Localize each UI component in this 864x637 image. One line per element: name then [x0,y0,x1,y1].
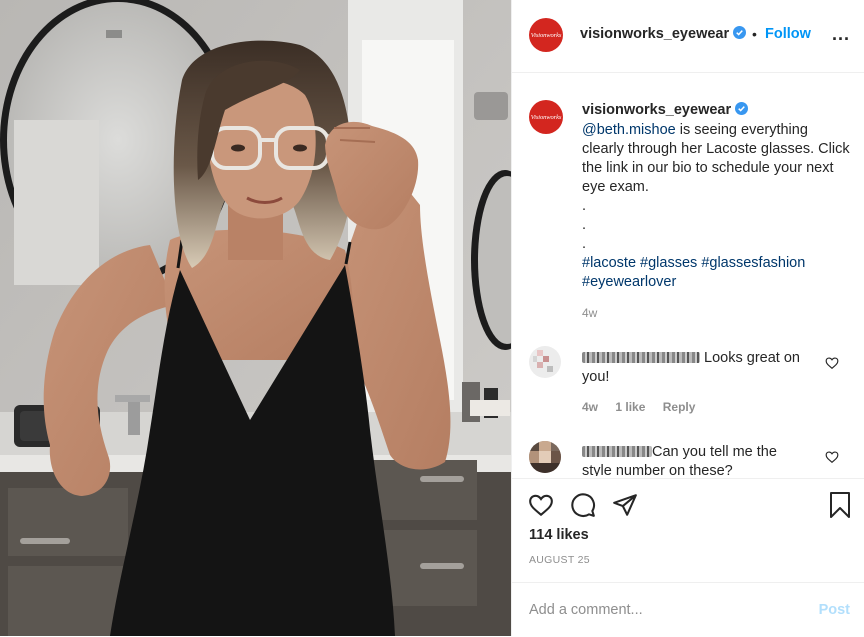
caption-text: @beth.mishoe is seeing everything clearl… [582,121,852,292]
verified-badge-icon [735,102,749,115]
follow-button[interactable]: Follow [765,26,811,42]
comment-like-count[interactable]: 1 like [615,400,645,414]
comment-meta: 4w 1 like Reply [582,400,709,414]
post-photo[interactable] [0,0,511,636]
comment-icon[interactable] [570,492,596,518]
blurred-commenter-username[interactable] [582,352,700,363]
hashtag-link[interactable]: #eyewearlover [582,274,676,290]
caption-dot: . [582,236,587,252]
header-username[interactable]: visionworks_eyewear [580,26,747,42]
post-header: Visionworks visionworks_eyewear • Follow… [512,0,864,73]
share-icon[interactable] [612,492,638,518]
hashtag-link[interactable]: #lacoste [582,255,636,271]
more-options-icon[interactable]: ... [832,24,850,45]
comment-timestamp[interactable]: 4w [582,400,598,414]
post-action-bar [512,478,864,525]
heart-icon[interactable] [528,492,554,518]
post-date[interactable]: AUGUST 25 [529,554,590,566]
caption-hashtags: #lacoste #glasses #glassesfashion #eyewe… [582,254,852,292]
account-avatar[interactable]: Visionworks [529,18,563,52]
blurred-commenter-username[interactable] [582,446,652,457]
caption-username[interactable]: visionworks_eyewear [582,102,749,118]
likes-count[interactable]: 114 likes [529,527,589,543]
comment-like-heart-icon[interactable] [825,356,839,370]
comment-text: Looks great on you! [582,349,807,387]
comment-reply-button[interactable]: Reply [663,400,696,414]
caption-username-text: visionworks_eyewear [582,102,732,118]
caption-dot: . [582,217,587,233]
post-comment-button[interactable]: Post [819,583,850,637]
blurred-avatar-image [533,350,553,372]
commenter-avatar[interactable] [529,346,561,378]
hashtag-link[interactable]: #glasses [640,255,697,271]
comment-text: Can you tell me the style number on thes… [582,443,807,476]
caption-avatar-logo-text: Visionworks [530,113,562,121]
blurred-avatar-image [529,441,561,473]
caption-timestamp[interactable]: 4w [582,306,597,320]
caption-dot: . [582,198,587,214]
commenter-avatar[interactable] [529,441,561,473]
verified-badge-icon [733,26,747,39]
post-side-panel: Visionworks visionworks_eyewear • Follow… [511,0,864,636]
header-separator: • [752,26,757,42]
comment-like-heart-icon[interactable] [825,450,839,464]
avatar-logo-text: Visionworks [530,31,562,39]
instagram-post-modal: Visionworks visionworks_eyewear • Follow… [0,0,864,636]
comment-input-bar: Add a comment... Post [512,582,864,637]
header-username-text: visionworks_eyewear [580,26,730,42]
post-image [0,0,511,636]
caption-avatar[interactable]: Visionworks [529,100,563,134]
add-comment-input[interactable]: Add a comment... [529,583,643,637]
caption-mention-link[interactable]: @beth.mishoe [582,122,676,138]
bookmark-icon[interactable] [828,491,852,519]
hashtag-link[interactable]: #glassesfashion [701,255,805,271]
